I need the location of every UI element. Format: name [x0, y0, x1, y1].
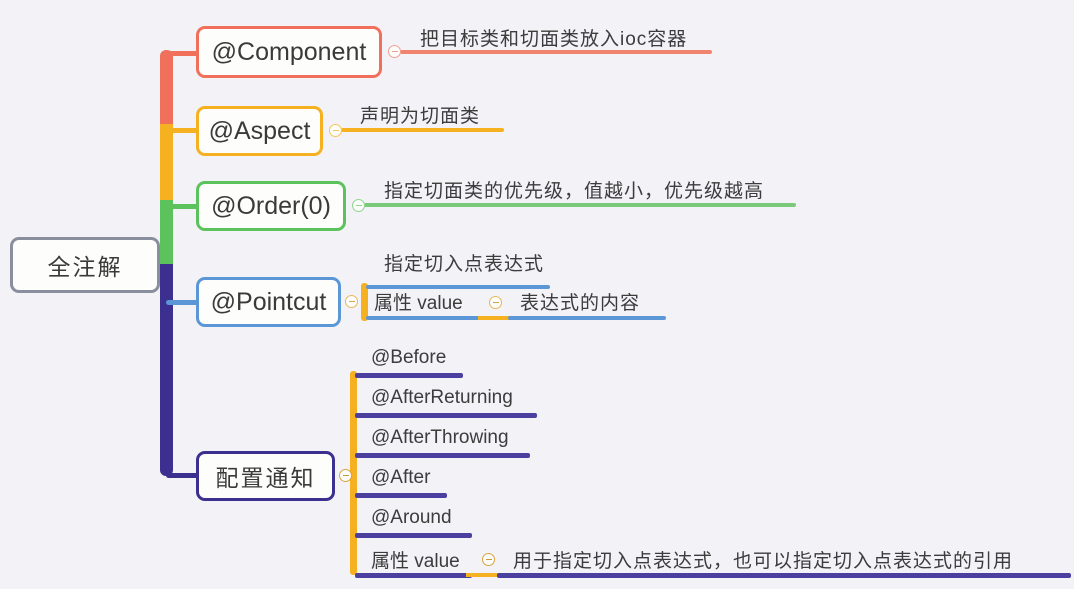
- stub-pointcut-value: [478, 316, 512, 320]
- sub-label-afterthrowing: @AfterThrowing: [371, 427, 509, 448]
- annotation-pointcut: 指定切入点表达式: [384, 254, 545, 275]
- node-component-label: @Component: [211, 37, 367, 66]
- sub-underline-before: [355, 373, 463, 378]
- sub-label-notify-value: 属性 value: [371, 551, 460, 572]
- annotation-underline-notify-value: [497, 573, 1071, 578]
- collapse-toggle-notify-value[interactable]: [482, 553, 495, 566]
- stub-notify-value: [466, 573, 500, 577]
- collapse-toggle-pointcut-value[interactable]: [489, 296, 502, 309]
- mindmap-canvas: 全注解 @Component 把目标类和切面类放入ioc容器 @Aspect 声…: [0, 0, 1074, 589]
- node-order-label: @Order(0): [211, 191, 331, 220]
- node-notify-label: 配置通知: [215, 465, 316, 491]
- collapse-toggle-pointcut[interactable]: [345, 295, 358, 308]
- collapse-toggle-notify[interactable]: [339, 469, 352, 482]
- node-order[interactable]: @Order(0): [196, 181, 346, 231]
- sub-label-around: @Around: [371, 507, 452, 528]
- annotation-order: 指定切面类的优先级，值越小，优先级越高: [384, 181, 765, 202]
- node-pointcut-label: @Pointcut: [210, 287, 327, 316]
- node-notify[interactable]: 配置通知: [196, 451, 335, 501]
- sub-label-after: @After: [371, 467, 431, 488]
- spine-segment-amber: [160, 124, 173, 204]
- annotation-aspect: 声明为切面类: [360, 106, 481, 127]
- connector-order: [166, 204, 200, 209]
- annotation-underline-order: [364, 203, 796, 207]
- annotation-notify-value: 用于指定切入点表达式，也可以指定切入点表达式的引用: [513, 551, 1014, 572]
- sub-underline-notify-value: [355, 573, 472, 578]
- connector-component-riser: [166, 51, 171, 57]
- connector-aspect: [166, 128, 200, 133]
- sub-label-afterreturning: @AfterReturning: [371, 387, 513, 408]
- annotation-underline-pointcut-value: [508, 316, 666, 320]
- sub-underline-afterreturning: [355, 413, 537, 418]
- connector-component: [166, 51, 200, 56]
- sub-underline-around: [355, 533, 472, 538]
- collapse-toggle-order[interactable]: [352, 199, 365, 212]
- sub-underline-after: [355, 493, 447, 498]
- spine-segment-indigo: [160, 264, 173, 476]
- root-node[interactable]: 全注解: [10, 237, 160, 293]
- sub-underline-afterthrowing: [355, 453, 530, 458]
- annotation-underline-aspect: [341, 128, 504, 132]
- sub-label-before: @Before: [371, 347, 447, 368]
- node-aspect-label: @Aspect: [208, 116, 311, 145]
- annotation-pointcut-value: 表达式的内容: [520, 293, 641, 314]
- root-node-label: 全注解: [47, 254, 123, 280]
- collapse-toggle-component[interactable]: [388, 45, 401, 58]
- annotation-component: 把目标类和切面类放入ioc容器: [420, 29, 688, 50]
- connector-pointcut: [166, 300, 200, 305]
- collapse-toggle-aspect[interactable]: [329, 124, 342, 137]
- node-pointcut[interactable]: @Pointcut: [196, 277, 341, 327]
- connector-notify: [166, 473, 200, 478]
- sub-label-pointcut-value: 属性 value: [374, 293, 463, 314]
- spine-segment-green: [160, 200, 173, 268]
- node-component[interactable]: @Component: [196, 26, 382, 78]
- sub-underline-pointcut-value: [366, 316, 484, 320]
- node-aspect[interactable]: @Aspect: [196, 106, 323, 156]
